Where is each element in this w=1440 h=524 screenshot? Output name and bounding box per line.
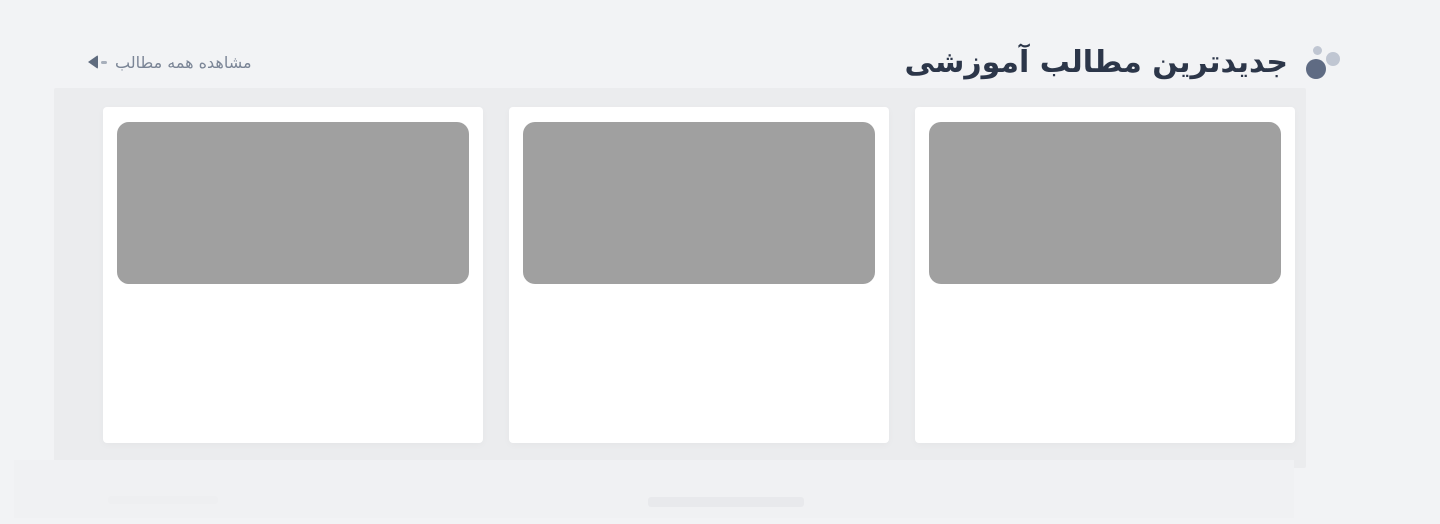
see-all-link[interactable]: مشاهده همه مطالب xyxy=(88,53,252,72)
section-title: جدیدترین مطالب آموزشی xyxy=(904,44,1289,80)
bottom-strip xyxy=(14,460,1294,518)
section-title-wrap: جدیدترین مطالب آموزشی xyxy=(905,42,1345,82)
article-thumbnail[interactable] xyxy=(523,122,875,284)
dots-icon xyxy=(1304,42,1344,82)
latest-articles-section: مشاهده همه مطالب جدیدترین مطالب آموزشی xyxy=(0,0,1440,524)
arrow-left-icon xyxy=(88,55,107,69)
skeleton-bar xyxy=(108,496,218,504)
slider-scroll-indicator[interactable] xyxy=(648,497,804,507)
article-thumbnail[interactable] xyxy=(117,122,469,284)
article-card[interactable] xyxy=(509,107,889,443)
article-card[interactable] xyxy=(103,107,483,443)
see-all-label: مشاهده همه مطالب xyxy=(115,52,252,72)
section-header: مشاهده همه مطالب جدیدترین مطالب آموزشی xyxy=(88,40,1344,84)
article-thumbnail[interactable] xyxy=(929,122,1281,284)
article-card[interactable] xyxy=(915,107,1295,443)
